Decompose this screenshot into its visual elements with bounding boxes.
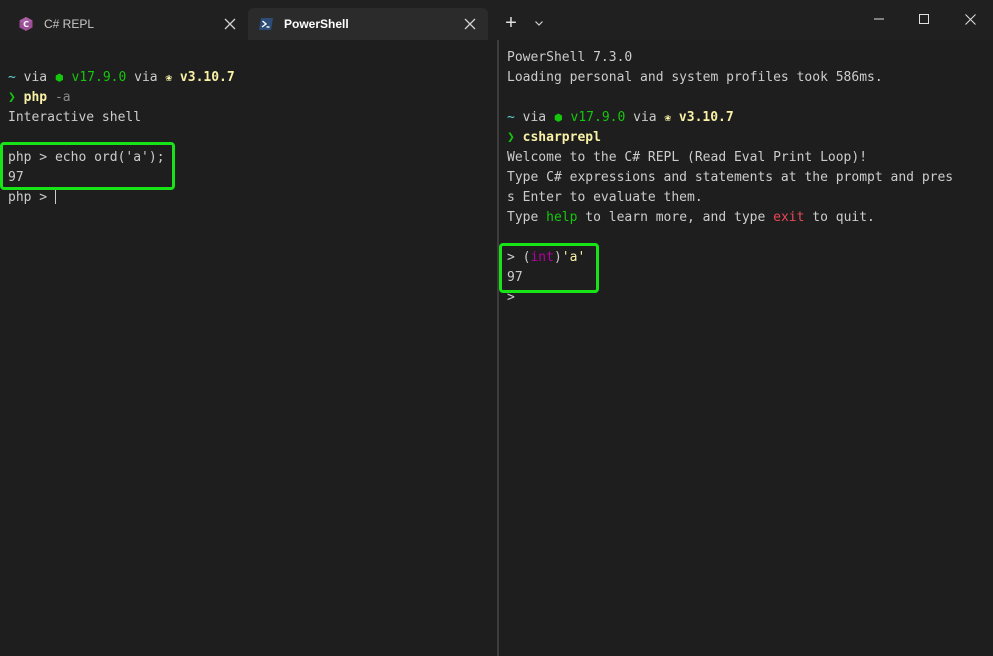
python-version: v3.10.7 [671, 110, 734, 125]
prompt-arrow: ❯ [8, 90, 16, 105]
help-line: Type help to learn more, and type exit t… [507, 208, 875, 228]
prompt-arrow: ❯ [507, 130, 515, 145]
node-version: v17.9.0 [562, 110, 626, 125]
highlight-box [499, 243, 599, 293]
highlight-box [0, 142, 175, 190]
via-text: via [15, 70, 55, 85]
prompt-line: ~ via ⬢ v17.9.0 via ❀ v3.10.7 [507, 108, 734, 129]
tab-csharp-repl[interactable]: C C# REPL [8, 8, 248, 40]
csharp-icon: C [18, 16, 34, 32]
chevron-down-icon[interactable] [528, 12, 550, 34]
help-text: to learn more, and type [577, 210, 774, 225]
via-text: via [514, 110, 554, 125]
help-text: Type [507, 210, 547, 225]
path-tilde: ~ [507, 110, 515, 125]
output-line: Interactive shell [8, 110, 142, 125]
maximize-icon[interactable] [901, 0, 947, 38]
close-icon[interactable] [218, 12, 242, 36]
node-version: v17.9.0 [63, 70, 127, 85]
text-cursor [54, 188, 56, 204]
command-name: csharprepl [514, 130, 601, 145]
path-tilde: ~ [8, 70, 16, 85]
ps-version-line: PowerShell 7.3.0 [507, 50, 633, 65]
svg-text:C: C [23, 20, 29, 29]
php-prompt: php > [8, 190, 55, 205]
powershell-icon [258, 16, 274, 32]
exit-keyword: exit [773, 210, 805, 225]
help-keyword: help [546, 210, 578, 225]
nodejs-icon: ⬢ [54, 73, 64, 84]
via-text: via [625, 110, 665, 125]
command-name: php [15, 90, 48, 105]
tab-label: PowerShell [284, 17, 349, 31]
command-line: ❯ php -a [8, 88, 71, 108]
tab-powershell[interactable]: PowerShell [248, 8, 488, 40]
minimize-icon[interactable] [856, 0, 902, 38]
instructions-line: Type C# expressions and statements at th… [507, 170, 954, 185]
help-text: to quit. [804, 210, 875, 225]
welcome-line: Welcome to the C# REPL (Read Eval Print … [507, 150, 868, 165]
close-icon[interactable] [458, 12, 482, 36]
new-tab-button[interactable]: + [498, 10, 524, 36]
python-version: v3.10.7 [172, 70, 235, 85]
left-terminal-pane[interactable]: ~ via ⬢ v17.9.0 via ❀ v3.10.7 ❯ php -a I… [0, 40, 497, 656]
nodejs-icon: ⬢ [553, 113, 563, 124]
tab-label: C# REPL [44, 17, 95, 31]
close-window-icon[interactable] [947, 0, 993, 38]
prompt-line: ~ via ⬢ v17.9.0 via ❀ v3.10.7 [8, 68, 235, 89]
command-arg: -a [47, 90, 71, 105]
title-bar: C C# REPL PowerShell + [0, 0, 993, 40]
command-line: ❯ csharprepl [507, 128, 601, 148]
php-prompt-line: php > [8, 188, 56, 208]
ps-loading-line: Loading personal and system profiles too… [507, 70, 883, 85]
instructions-line: s Enter to evaluate them. [507, 190, 703, 205]
right-terminal-pane[interactable]: PowerShell 7.3.0 Loading personal and sy… [499, 40, 993, 656]
via-text: via [126, 70, 166, 85]
